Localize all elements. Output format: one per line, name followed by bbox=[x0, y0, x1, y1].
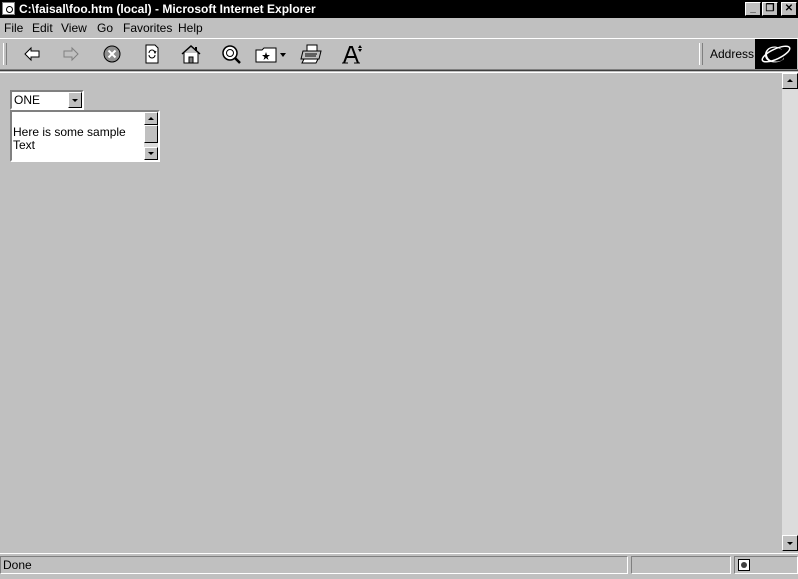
menu-view[interactable]: View bbox=[61, 21, 87, 35]
scroll-down-icon[interactable] bbox=[144, 147, 158, 160]
address-label[interactable]: Address bbox=[710, 47, 754, 61]
textarea-scroll-thumb[interactable] bbox=[144, 125, 158, 143]
menu-bar: File Edit View Go Favorites Help bbox=[0, 18, 798, 38]
font-icon[interactable] bbox=[338, 42, 366, 66]
textarea-content: Here is some sample Text bbox=[13, 125, 126, 152]
page-scroll-up-icon[interactable] bbox=[782, 73, 798, 89]
menu-favorites[interactable]: Favorites bbox=[123, 21, 172, 35]
toolbar: Address bbox=[0, 38, 798, 70]
menu-go[interactable]: Go bbox=[97, 21, 113, 35]
textarea-scrollbar[interactable] bbox=[144, 112, 158, 160]
toolbar-grip[interactable] bbox=[3, 43, 7, 65]
status-bar: Done bbox=[0, 553, 798, 579]
search-icon[interactable] bbox=[217, 42, 245, 66]
status-progress-pane bbox=[631, 556, 731, 574]
title-bar[interactable]: C:\faisal\foo.htm (local) - Microsoft In… bbox=[0, 0, 798, 18]
menu-help[interactable]: Help bbox=[178, 21, 203, 35]
option-select[interactable]: ONE bbox=[10, 90, 84, 110]
menu-edit[interactable]: Edit bbox=[32, 21, 53, 35]
page-content: ONE Here is some sample Text bbox=[0, 73, 782, 551]
scroll-up-icon[interactable] bbox=[144, 112, 158, 125]
page-scroll-down-icon[interactable] bbox=[782, 535, 798, 551]
address-grip[interactable] bbox=[699, 43, 703, 65]
home-icon[interactable] bbox=[177, 42, 205, 66]
stop-icon[interactable] bbox=[98, 42, 126, 66]
back-icon[interactable] bbox=[18, 42, 46, 66]
menu-file[interactable]: File bbox=[4, 21, 23, 35]
close-button[interactable]: ✕ bbox=[781, 2, 797, 16]
restore-button[interactable]: ❐ bbox=[762, 2, 778, 16]
select-value: ONE bbox=[14, 93, 41, 107]
window-title: C:\faisal\foo.htm (local) - Microsoft In… bbox=[19, 2, 316, 16]
minimize-button[interactable]: _ bbox=[745, 2, 761, 16]
status-text: Done bbox=[3, 558, 32, 572]
print-icon[interactable] bbox=[298, 42, 326, 66]
page-scrollbar[interactable] bbox=[782, 73, 798, 551]
status-text-pane: Done bbox=[0, 556, 628, 574]
zone-icon bbox=[738, 559, 750, 571]
ie-page-icon[interactable] bbox=[2, 2, 15, 15]
browser-window: C:\faisal\foo.htm (local) - Microsoft In… bbox=[0, 0, 798, 579]
status-zone-pane bbox=[734, 556, 798, 574]
sample-textarea[interactable]: Here is some sample Text bbox=[10, 110, 160, 162]
ie-logo-icon bbox=[755, 39, 797, 69]
favorites-icon[interactable] bbox=[253, 42, 289, 66]
forward-icon[interactable] bbox=[57, 42, 85, 66]
refresh-icon[interactable] bbox=[138, 42, 166, 66]
chevron-down-icon[interactable] bbox=[68, 92, 82, 108]
